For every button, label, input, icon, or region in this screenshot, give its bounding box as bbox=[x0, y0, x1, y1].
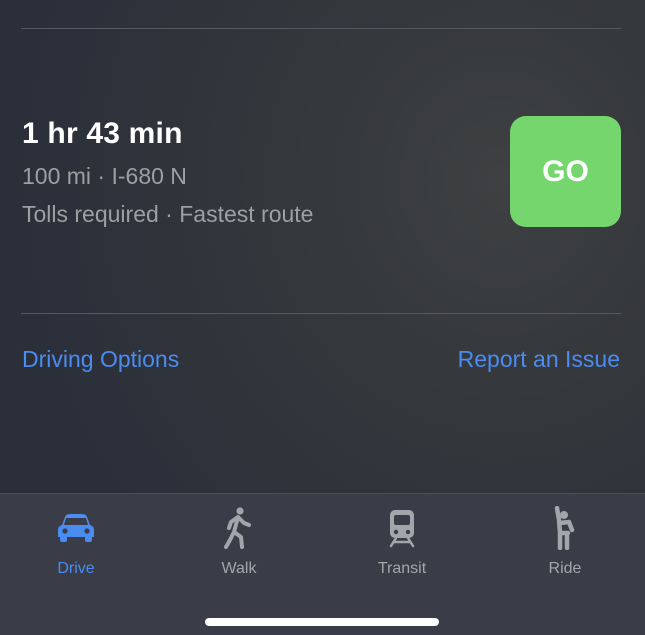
walk-icon bbox=[184, 506, 294, 550]
route-summary[interactable]: 1 hr 43 min 100 mi · I-680 N Tolls requi… bbox=[22, 117, 313, 228]
tab-transit-label: Transit bbox=[377, 560, 427, 577]
middle-divider bbox=[21, 313, 621, 314]
driving-options-link[interactable]: Driving Options bbox=[22, 346, 179, 373]
home-indicator[interactable] bbox=[205, 618, 439, 626]
tab-drive-label: Drive bbox=[57, 560, 95, 577]
report-issue-link[interactable]: Report an Issue bbox=[458, 346, 620, 373]
tab-transit[interactable]: Transit bbox=[347, 506, 457, 578]
tab-ride[interactable]: Ride bbox=[510, 506, 620, 578]
train-icon bbox=[347, 506, 457, 550]
route-duration: 1 hr 43 min bbox=[22, 117, 183, 150]
route-details: Tolls required · Fastest route bbox=[22, 201, 314, 227]
transport-tab-bar: Drive Walk Transit Ride bbox=[0, 493, 645, 635]
ride-icon bbox=[510, 506, 620, 550]
tab-drive[interactable]: Drive bbox=[21, 506, 131, 578]
route-distance: 100 mi · I-680 N bbox=[22, 163, 187, 189]
top-divider bbox=[21, 28, 621, 29]
car-icon bbox=[21, 506, 131, 550]
tab-ride-label: Ride bbox=[548, 560, 582, 577]
go-button[interactable]: GO bbox=[510, 116, 621, 227]
tab-walk[interactable]: Walk bbox=[184, 506, 294, 578]
tab-walk-label: Walk bbox=[221, 560, 257, 577]
